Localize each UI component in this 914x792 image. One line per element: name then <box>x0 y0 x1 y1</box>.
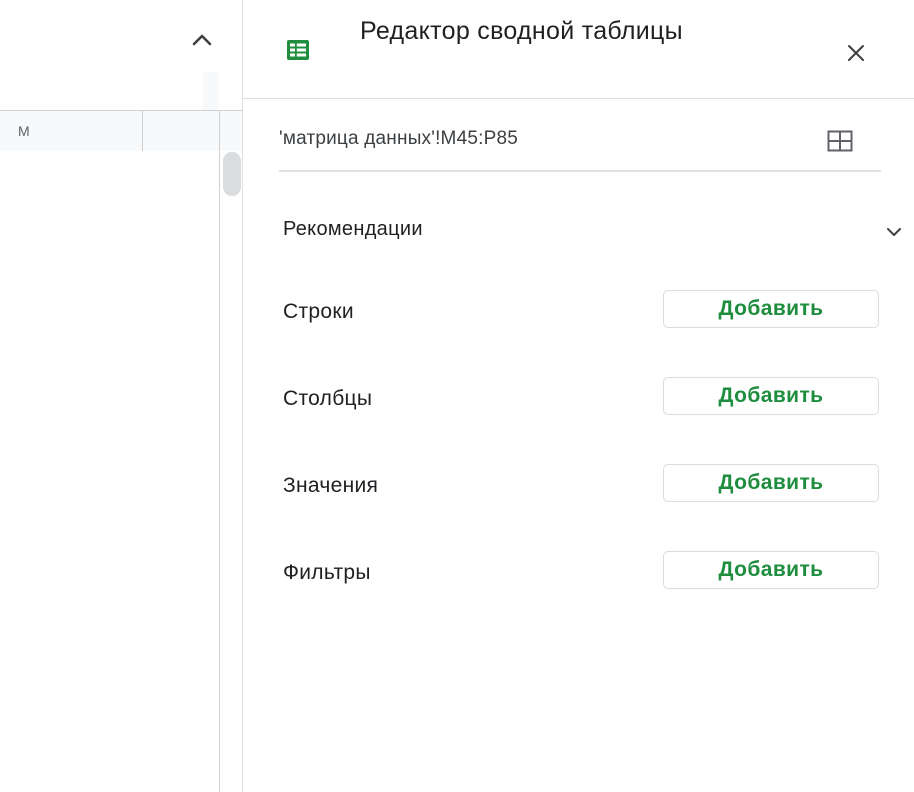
sheets-pivot-icon <box>287 40 309 60</box>
section-label-columns: Столбцы <box>283 387 373 410</box>
add-columns-button[interactable]: Добавить <box>663 377 879 415</box>
chevron-down-icon[interactable] <box>879 220 909 244</box>
section-label-rows: Строки <box>283 300 354 323</box>
spreadsheet-area: M <box>0 0 242 792</box>
close-icon[interactable] <box>839 36 873 70</box>
add-filters-button[interactable]: Добавить <box>663 551 879 589</box>
column-header-next[interactable] <box>143 111 220 151</box>
recommendations-toggle[interactable]: Рекомендации <box>283 210 914 250</box>
add-values-button[interactable]: Добавить <box>663 464 879 502</box>
formula-bar-divider <box>203 72 219 110</box>
column-header-row: M <box>0 110 242 152</box>
vertical-scrollbar-thumb[interactable] <box>223 152 241 196</box>
panel-header: Редактор сводной таблицы <box>243 0 914 99</box>
section-columns: Столбцы Добавить <box>283 377 883 421</box>
cell-grid[interactable] <box>0 151 220 792</box>
grid-select-icon[interactable] <box>823 126 857 156</box>
recommendations-label: Рекомендации <box>283 218 423 240</box>
sheet-toolbar <box>0 0 242 73</box>
section-label-values: Значения <box>283 474 379 497</box>
vertical-scrollbar-track[interactable] <box>220 151 242 792</box>
column-header-m[interactable]: M <box>0 111 143 151</box>
data-range-text[interactable]: 'матрица данных'!M45:P85 <box>279 128 518 150</box>
add-rows-button[interactable]: Добавить <box>663 290 879 328</box>
section-label-filters: Фильтры <box>283 561 371 584</box>
section-values: Значения Добавить <box>283 464 883 508</box>
section-filters: Фильтры Добавить <box>283 551 883 595</box>
data-range-field[interactable]: 'матрица данных'!M45:P85 <box>279 118 881 172</box>
chevron-up-icon[interactable] <box>188 26 216 54</box>
section-rows: Строки Добавить <box>283 290 883 334</box>
panel-title: Редактор сводной таблицы <box>360 17 683 45</box>
pivot-editor-panel: Редактор сводной таблицы 'матрица данных… <box>242 0 914 792</box>
